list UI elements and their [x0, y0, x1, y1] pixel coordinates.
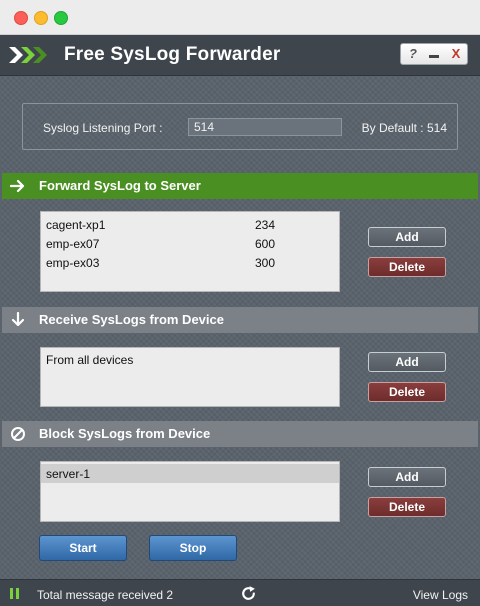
- refresh-icon[interactable]: [240, 585, 257, 602]
- device-name: From all devices: [46, 353, 134, 367]
- server-port: 234: [255, 218, 276, 232]
- zoom-window-button[interactable]: [54, 11, 68, 25]
- window-titlebar: [0, 0, 480, 35]
- arrow-right-icon: [10, 179, 25, 193]
- stop-button[interactable]: Stop: [149, 535, 237, 561]
- arrow-down-icon: [11, 312, 25, 327]
- list-item[interactable]: cagent-xp1 234: [41, 215, 339, 234]
- server-name: cagent-xp1: [46, 218, 106, 232]
- listening-port-input[interactable]: [188, 118, 342, 136]
- server-name: emp-ex03: [46, 256, 100, 270]
- receive-section-header: Receive SysLogs from Device: [2, 307, 478, 333]
- block-delete-button[interactable]: Delete: [368, 497, 446, 517]
- status-bar: Total message received 2 View Logs: [0, 579, 480, 606]
- forward-section-title: Forward SysLog to Server: [39, 178, 201, 193]
- window-controls: ? X: [400, 43, 468, 65]
- device-name: server-1: [46, 467, 91, 481]
- forward-server-list[interactable]: cagent-xp1 234 emp-ex07 600 emp-ex03 300: [40, 211, 340, 292]
- chevron-arrows-icon: [9, 47, 47, 63]
- app-header: Free SysLog Forwarder ? X: [0, 35, 480, 76]
- help-icon[interactable]: ?: [403, 44, 423, 64]
- app-title: Free SysLog Forwarder: [64, 44, 281, 65]
- list-item[interactable]: From all devices: [41, 350, 339, 369]
- receive-delete-button[interactable]: Delete: [368, 382, 446, 402]
- forward-delete-button[interactable]: Delete: [368, 257, 446, 277]
- default-port-text: By Default : 514: [361, 121, 447, 135]
- block-device-list[interactable]: server-1: [40, 461, 340, 522]
- block-section-header: Block SysLogs from Device: [2, 421, 478, 447]
- message-count-text: Total message received 2: [37, 588, 174, 602]
- receive-section-title: Receive SysLogs from Device: [39, 312, 224, 327]
- minimize-icon[interactable]: [424, 44, 444, 64]
- listening-port-label: Syslog Listening Port :: [43, 121, 163, 135]
- start-button[interactable]: Start: [39, 535, 127, 561]
- forward-section-header: Forward SysLog to Server: [2, 173, 478, 199]
- minimize-window-button[interactable]: [34, 11, 48, 25]
- forward-add-button[interactable]: Add: [368, 227, 446, 247]
- server-port: 600: [255, 237, 276, 251]
- listening-port-panel: Syslog Listening Port : By Default : 514: [22, 103, 458, 150]
- view-logs-link[interactable]: View Logs: [413, 588, 468, 602]
- status-indicator-icon: [10, 588, 20, 599]
- block-add-button[interactable]: Add: [368, 467, 446, 487]
- list-item[interactable]: emp-ex03 300: [41, 253, 339, 272]
- block-icon: [11, 427, 25, 441]
- server-name: emp-ex07: [46, 237, 100, 251]
- receive-add-button[interactable]: Add: [368, 352, 446, 372]
- list-item[interactable]: server-1: [41, 464, 339, 483]
- list-item[interactable]: emp-ex07 600: [41, 234, 339, 253]
- receive-device-list[interactable]: From all devices: [40, 347, 340, 407]
- close-window-button[interactable]: [14, 11, 28, 25]
- block-section-title: Block SysLogs from Device: [39, 426, 211, 441]
- close-icon[interactable]: X: [446, 44, 466, 64]
- app-window: Free SysLog Forwarder ? X Syslog Listeni…: [0, 0, 480, 606]
- server-port: 300: [255, 256, 276, 270]
